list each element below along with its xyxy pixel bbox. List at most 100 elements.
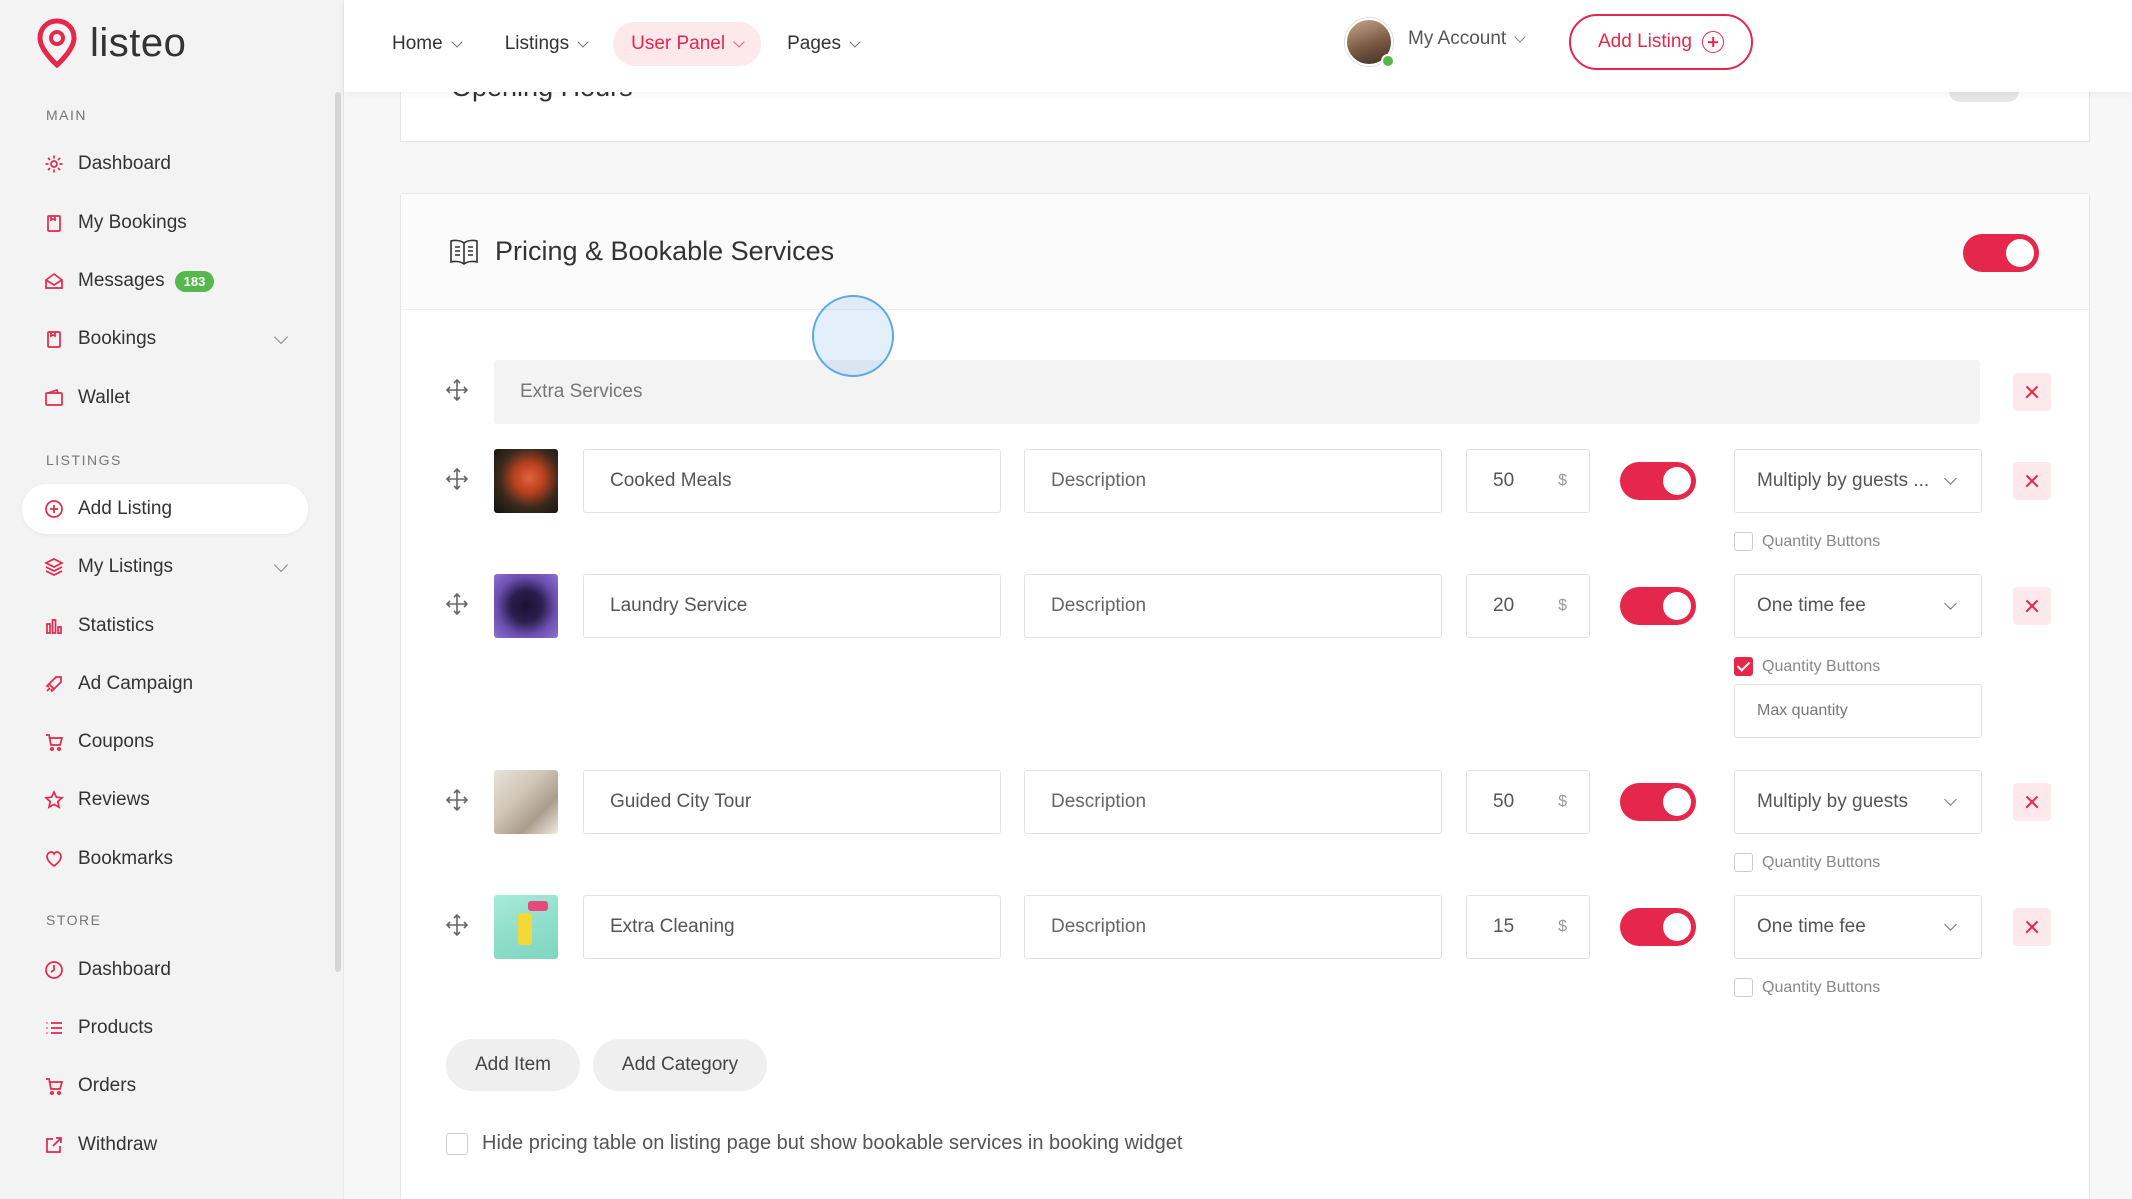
sidebar-item-label: Messages <box>78 270 165 291</box>
pricing-type-select[interactable]: One time fee <box>1734 895 1982 959</box>
service-name-input[interactable]: Guided City Tour <box>583 770 1001 834</box>
service-price-input[interactable]: 15 $ <box>1466 895 1590 959</box>
pricing-type-select[interactable]: One time fee <box>1734 574 1982 638</box>
service-price-input[interactable]: 50 $ <box>1466 770 1590 834</box>
quantity-buttons-label: Quantity Buttons <box>1762 657 1881 675</box>
sidebar-scrollbar[interactable] <box>335 92 341 972</box>
delete-service-button[interactable] <box>2013 587 2051 625</box>
checkbox-box-checked <box>1734 657 1753 676</box>
category-name-input[interactable]: Extra Services <box>494 360 1980 424</box>
my-account-menu[interactable]: My Account <box>1408 28 1526 50</box>
delete-service-button[interactable] <box>2013 908 2051 946</box>
nav-listings[interactable]: Listings <box>487 22 605 66</box>
nav-label: User Panel <box>631 33 726 54</box>
price-value: 50 <box>1493 791 1515 812</box>
sidebar-item-label: Coupons <box>78 731 155 752</box>
sidebar-item-label: Reviews <box>78 789 150 810</box>
service-description-input[interactable]: Description <box>1024 895 1442 959</box>
service-enabled-toggle[interactable] <box>1620 908 1696 946</box>
service-image[interactable] <box>494 449 558 513</box>
service-description-input[interactable]: Description <box>1024 770 1442 834</box>
service-enabled-toggle[interactable] <box>1620 783 1696 821</box>
nav-label: Home <box>392 33 443 54</box>
service-description-input[interactable]: Description <box>1024 449 1442 513</box>
quantity-buttons-checkbox[interactable]: Quantity Buttons <box>1734 532 1880 551</box>
service-image[interactable] <box>494 895 558 959</box>
add-category-button[interactable]: Add Category <box>593 1039 767 1091</box>
drag-handle-icon[interactable] <box>445 467 469 491</box>
star-icon <box>44 790 64 810</box>
quantity-buttons-checkbox[interactable]: Quantity Buttons <box>1734 978 1880 997</box>
nav-user-panel[interactable]: User Panel <box>613 22 762 66</box>
sidebar-item-products[interactable]: Products <box>22 1003 308 1053</box>
drag-handle-icon[interactable] <box>445 788 469 812</box>
cart-icon <box>44 732 64 752</box>
spray-bottle-illustration <box>518 913 532 945</box>
plus-circle-icon <box>44 499 64 519</box>
service-enabled-toggle[interactable] <box>1620 587 1696 625</box>
sidebar-item-dashboard[interactable]: Dashboard <box>22 139 308 189</box>
service-name-input[interactable]: Extra Cleaning <box>583 895 1001 959</box>
logo[interactable]: listeo <box>36 18 186 68</box>
sidebar-item-store-dashboard[interactable]: Dashboard <box>22 945 308 995</box>
add-item-button[interactable]: Add Item <box>446 1039 580 1091</box>
pricing-type-select[interactable]: Multiply by guests ... <box>1734 449 1982 513</box>
pricing-type-select[interactable]: Multiply by guests <box>1734 770 1982 834</box>
sidebar-item-my-bookings[interactable]: My Bookings <box>22 198 308 248</box>
hide-pricing-table-label: Hide pricing table on listing page but s… <box>482 1132 1183 1154</box>
delete-service-button[interactable] <box>2013 462 2051 500</box>
currency-symbol: $ <box>1558 472 1567 489</box>
sidebar-item-ad-campaign[interactable]: Ad Campaign <box>22 659 308 709</box>
nav-pages[interactable]: Pages <box>769 22 877 66</box>
logo-text: listeo <box>90 20 187 65</box>
drag-handle-icon[interactable] <box>445 913 469 937</box>
pricing-section-title: Pricing & Bookable Services <box>495 236 835 266</box>
service-name-input[interactable]: Cooked Meals <box>583 449 1001 513</box>
sidebar-item-orders[interactable]: Orders <box>22 1061 308 1111</box>
quantity-buttons-checkbox[interactable]: Quantity Buttons <box>1734 853 1880 872</box>
service-enabled-toggle[interactable] <box>1620 462 1696 500</box>
service-name-input[interactable]: Laundry Service <box>583 574 1001 638</box>
main-nav: Home Listings User Panel Pages <box>374 22 877 66</box>
sidebar-item-messages[interactable]: Messages 183 <box>22 256 308 306</box>
sidebar-item-wallet[interactable]: Wallet <box>22 373 308 423</box>
pricing-section-header: Pricing & Bookable Services <box>401 194 2089 310</box>
service-description-input[interactable]: Description <box>1024 574 1442 638</box>
sidebar-item-coupons[interactable]: Coupons <box>22 717 308 767</box>
delete-service-button[interactable] <box>2013 783 2051 821</box>
pricing-enabled-toggle[interactable] <box>1963 234 2039 272</box>
chevron-down-icon <box>1514 31 1526 43</box>
envelope-icon <box>44 271 64 291</box>
add-listing-button[interactable]: Add Listing <box>1569 14 1753 70</box>
sidebar-item-add-listing[interactable]: Add Listing <box>22 484 308 534</box>
drag-handle-icon[interactable] <box>445 378 469 402</box>
sidebar-item-label: Ad Campaign <box>78 673 194 694</box>
spray-nozzle-illustration <box>528 901 548 911</box>
delete-category-button[interactable] <box>2013 373 2051 411</box>
bookings-icon <box>44 213 64 233</box>
service-price-input[interactable]: 50 $ <box>1466 449 1590 513</box>
sidebar-item-reviews[interactable]: Reviews <box>22 775 308 825</box>
chevron-down-icon <box>451 36 463 48</box>
sidebar-item-label: Withdraw <box>78 1134 158 1155</box>
sidebar-item-label: Dashboard <box>78 959 171 980</box>
service-price-input[interactable]: 20 $ <box>1466 574 1590 638</box>
sidebar-item-withdraw[interactable]: Withdraw <box>22 1120 308 1170</box>
pricing-type-value: One time fee <box>1757 916 1866 937</box>
service-image[interactable] <box>494 770 558 834</box>
chevron-down-icon <box>1944 918 1957 931</box>
checkbox-box <box>1734 853 1753 872</box>
sidebar-item-statistics[interactable]: Statistics <box>22 601 308 651</box>
checkbox-box <box>446 1132 468 1155</box>
sidebar-item-bookings[interactable]: Bookings <box>22 314 308 364</box>
service-image[interactable] <box>494 574 558 638</box>
nav-home[interactable]: Home <box>374 22 479 66</box>
hide-pricing-table-checkbox[interactable]: Hide pricing table on listing page but s… <box>446 1132 1182 1155</box>
account-label: My Account <box>1408 28 1507 49</box>
drag-handle-icon[interactable] <box>445 592 469 616</box>
quantity-buttons-checkbox[interactable]: Quantity Buttons <box>1734 657 1880 676</box>
sidebar-item-bookmarks[interactable]: Bookmarks <box>22 834 308 884</box>
sidebar-item-my-listings[interactable]: My Listings <box>22 542 308 592</box>
sidebar: listeo MAIN Dashboard My Bookings Messag… <box>0 0 344 1199</box>
max-quantity-input[interactable]: Max quantity <box>1734 684 1982 738</box>
